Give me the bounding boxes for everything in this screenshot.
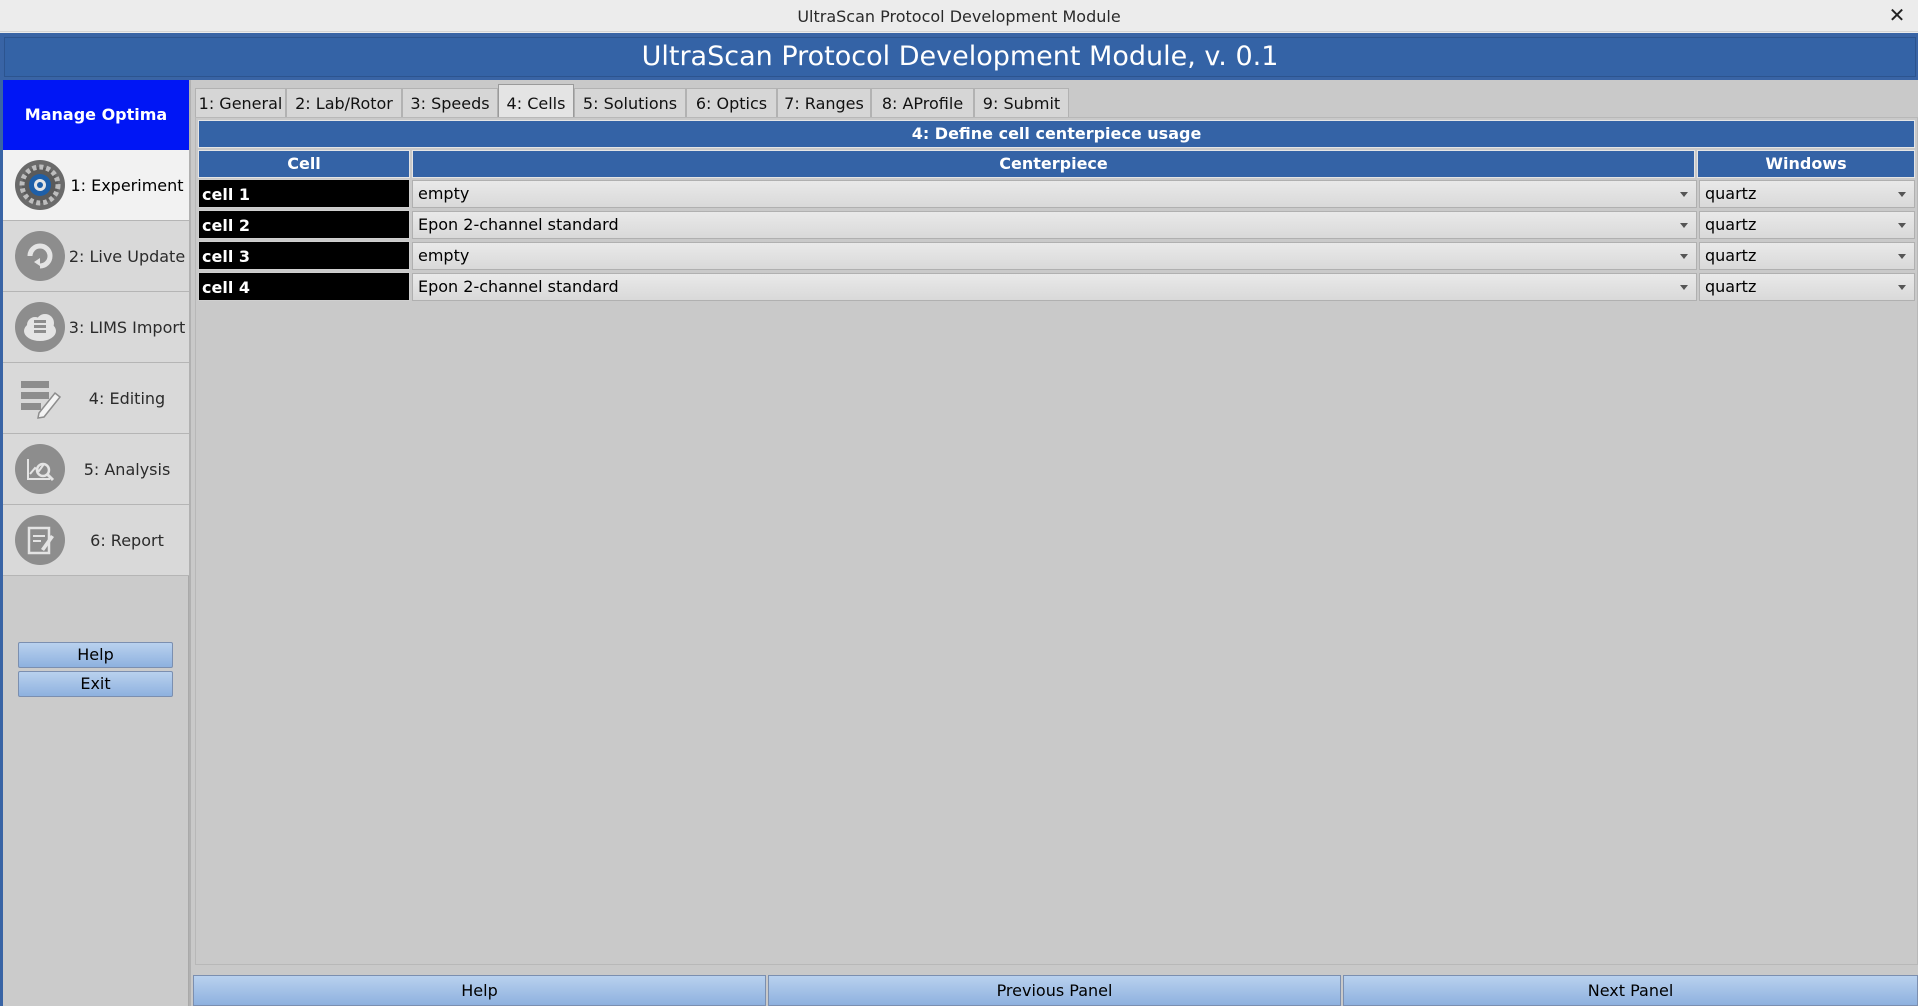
tab-cells[interactable]: 4: Cells	[498, 84, 574, 120]
centerpiece-select[interactable]: empty	[412, 242, 1697, 270]
chevron-down-icon	[1898, 223, 1906, 228]
app-banner: UltraScan Protocol Development Module, v…	[4, 37, 1916, 77]
footer-nav: Help Previous Panel Next Panel	[193, 975, 1918, 1006]
sidebar-item-label: 1: Experiment	[70, 176, 184, 195]
tab-aprofile[interactable]: 8: AProfile	[871, 88, 974, 120]
column-header-centerpiece: Centerpiece	[412, 150, 1695, 178]
window-title: UltraScan Protocol Development Module	[797, 7, 1121, 26]
sidebar-item-experiment[interactable]: 1: Experiment	[3, 150, 189, 221]
centerpiece-value: Epon 2-channel standard	[418, 215, 619, 234]
sidebar-exit-button[interactable]: Exit	[18, 671, 173, 697]
tab-optics[interactable]: 6: Optics	[686, 88, 777, 120]
windows-value: quartz	[1705, 246, 1757, 265]
sidebar-item-label: 5: Analysis	[83, 460, 171, 479]
centerpiece-value: empty	[418, 184, 470, 203]
gear-icon	[15, 160, 65, 210]
windows-select[interactable]: quartz	[1699, 180, 1915, 208]
chevron-down-icon	[1680, 285, 1688, 290]
centerpiece-select[interactable]: empty	[412, 180, 1697, 208]
cloud-database-icon	[15, 302, 65, 352]
panel-title: 4: Define cell centerpiece usage	[198, 120, 1915, 148]
tab-general[interactable]: 1: General	[195, 88, 286, 120]
sidebar: Manage Optima Runs 1: Experiment 2: Live…	[3, 80, 189, 1006]
edit-list-icon	[15, 373, 65, 423]
table-row: cell 3 empty quartz	[198, 241, 1915, 270]
sidebar-item-label: 6: Report	[90, 531, 164, 550]
windows-select[interactable]: quartz	[1699, 211, 1915, 239]
main-area: 1: General 2: Lab/Rotor 3: Speeds 4: Cel…	[189, 80, 1918, 1006]
next-panel-button[interactable]: Next Panel	[1343, 975, 1918, 1006]
tab-speeds[interactable]: 3: Speeds	[402, 88, 498, 120]
tab-submit[interactable]: 9: Submit	[974, 88, 1069, 120]
sidebar-help-button[interactable]: Help	[18, 642, 173, 668]
close-icon[interactable]: ✕	[1886, 4, 1908, 26]
window-titlebar: UltraScan Protocol Development Module ✕	[0, 0, 1918, 32]
centerpiece-select[interactable]: Epon 2-channel standard	[412, 211, 1697, 239]
report-icon	[15, 515, 65, 565]
centerpiece-value: Epon 2-channel standard	[418, 277, 619, 296]
footer-help-button[interactable]: Help	[193, 975, 766, 1006]
sidebar-item-live-update[interactable]: 2: Live Update	[3, 221, 189, 292]
column-header-cell: Cell	[198, 150, 410, 178]
sidebar-item-label: 4: Editing	[88, 389, 166, 408]
refresh-icon	[15, 231, 65, 281]
chevron-down-icon	[1680, 254, 1688, 259]
table-row: cell 2 Epon 2-channel standard quartz	[198, 210, 1915, 239]
chevron-down-icon	[1898, 254, 1906, 259]
column-header-windows: Windows	[1697, 150, 1915, 178]
centerpiece-select[interactable]: Epon 2-channel standard	[412, 273, 1697, 301]
tab-ranges[interactable]: 7: Ranges	[777, 88, 871, 120]
chevron-down-icon	[1898, 285, 1906, 290]
tab-lab-rotor[interactable]: 2: Lab/Rotor	[286, 88, 402, 120]
windows-select[interactable]: quartz	[1699, 273, 1915, 301]
table-row: cell 4 Epon 2-channel standard quartz	[198, 272, 1915, 301]
sidebar-item-lims-import[interactable]: 3: LIMS Import	[3, 292, 189, 363]
sidebar-item-report[interactable]: 6: Report	[3, 505, 189, 576]
centerpiece-value: empty	[418, 246, 470, 265]
cells-panel: 4: Define cell centerpiece usage Cell Ce…	[195, 117, 1918, 965]
sidebar-item-label: 2: Live Update	[68, 247, 186, 266]
chart-search-icon	[15, 444, 65, 494]
chevron-down-icon	[1680, 223, 1688, 228]
sidebar-header: Manage Optima Runs	[3, 80, 189, 194]
sidebar-item-analysis[interactable]: 5: Analysis	[3, 434, 189, 505]
sidebar-item-editing[interactable]: 4: Editing	[3, 363, 189, 434]
windows-select[interactable]: quartz	[1699, 242, 1915, 270]
windows-value: quartz	[1705, 215, 1757, 234]
cell-name: cell 1	[198, 179, 410, 208]
tab-solutions[interactable]: 5: Solutions	[574, 88, 686, 120]
cell-name: cell 3	[198, 241, 410, 270]
chevron-down-icon	[1898, 192, 1906, 197]
windows-value: quartz	[1705, 277, 1757, 296]
chevron-down-icon	[1680, 192, 1688, 197]
cell-name: cell 2	[198, 210, 410, 239]
previous-panel-button[interactable]: Previous Panel	[768, 975, 1341, 1006]
table-row: cell 1 empty quartz	[198, 179, 1915, 208]
sidebar-item-label: 3: LIMS Import	[68, 318, 186, 337]
cell-name: cell 4	[198, 272, 410, 301]
windows-value: quartz	[1705, 184, 1757, 203]
